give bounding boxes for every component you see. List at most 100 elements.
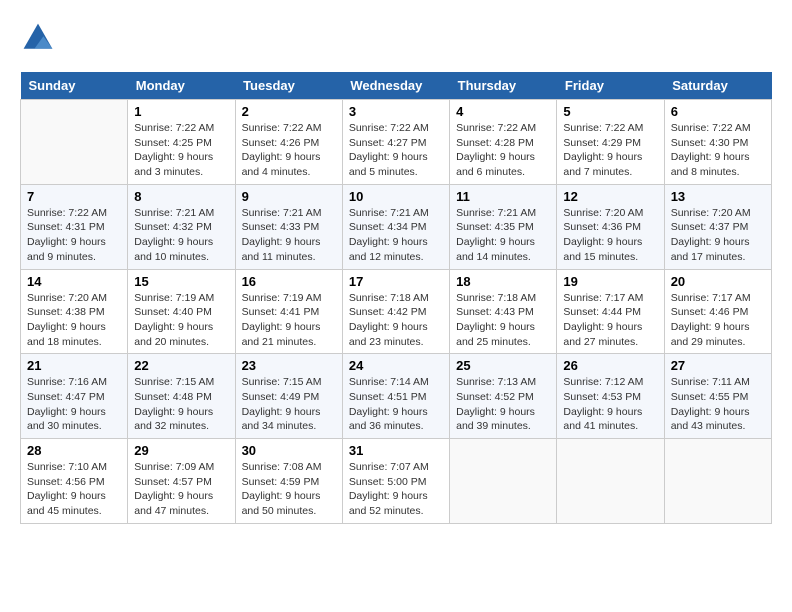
calendar-cell: 1 Sunrise: 7:22 AM Sunset: 4:25 PM Dayli… (128, 100, 235, 185)
calendar-cell: 29 Sunrise: 7:09 AM Sunset: 4:57 PM Dayl… (128, 439, 235, 524)
calendar-cell: 16 Sunrise: 7:19 AM Sunset: 4:41 PM Dayl… (235, 269, 342, 354)
calendar-cell: 2 Sunrise: 7:22 AM Sunset: 4:26 PM Dayli… (235, 100, 342, 185)
day-number: 22 (134, 358, 228, 373)
weekday-header-wednesday: Wednesday (342, 72, 449, 100)
day-info: Sunrise: 7:08 AM Sunset: 4:59 PM Dayligh… (242, 460, 336, 519)
day-info: Sunrise: 7:15 AM Sunset: 4:48 PM Dayligh… (134, 375, 228, 434)
calendar-cell: 13 Sunrise: 7:20 AM Sunset: 4:37 PM Dayl… (664, 184, 771, 269)
day-number: 8 (134, 189, 228, 204)
day-info: Sunrise: 7:07 AM Sunset: 5:00 PM Dayligh… (349, 460, 443, 519)
day-info: Sunrise: 7:22 AM Sunset: 4:25 PM Dayligh… (134, 121, 228, 180)
calendar-cell: 19 Sunrise: 7:17 AM Sunset: 4:44 PM Dayl… (557, 269, 664, 354)
calendar-cell: 9 Sunrise: 7:21 AM Sunset: 4:33 PM Dayli… (235, 184, 342, 269)
calendar-cell: 17 Sunrise: 7:18 AM Sunset: 4:42 PM Dayl… (342, 269, 449, 354)
day-number: 19 (563, 274, 657, 289)
calendar-cell: 11 Sunrise: 7:21 AM Sunset: 4:35 PM Dayl… (450, 184, 557, 269)
day-info: Sunrise: 7:19 AM Sunset: 4:40 PM Dayligh… (134, 291, 228, 350)
calendar-cell: 6 Sunrise: 7:22 AM Sunset: 4:30 PM Dayli… (664, 100, 771, 185)
calendar-cell: 24 Sunrise: 7:14 AM Sunset: 4:51 PM Dayl… (342, 354, 449, 439)
logo (20, 20, 60, 56)
weekday-header-row: SundayMondayTuesdayWednesdayThursdayFrid… (21, 72, 772, 100)
day-number: 5 (563, 104, 657, 119)
day-number: 28 (27, 443, 121, 458)
day-number: 10 (349, 189, 443, 204)
calendar-cell: 14 Sunrise: 7:20 AM Sunset: 4:38 PM Dayl… (21, 269, 128, 354)
day-number: 31 (349, 443, 443, 458)
day-number: 29 (134, 443, 228, 458)
day-number: 17 (349, 274, 443, 289)
calendar-cell: 15 Sunrise: 7:19 AM Sunset: 4:40 PM Dayl… (128, 269, 235, 354)
day-number: 23 (242, 358, 336, 373)
day-number: 16 (242, 274, 336, 289)
weekday-header-sunday: Sunday (21, 72, 128, 100)
day-number: 7 (27, 189, 121, 204)
calendar-week-2: 7 Sunrise: 7:22 AM Sunset: 4:31 PM Dayli… (21, 184, 772, 269)
day-info: Sunrise: 7:22 AM Sunset: 4:28 PM Dayligh… (456, 121, 550, 180)
page-header (20, 20, 772, 56)
calendar-week-5: 28 Sunrise: 7:10 AM Sunset: 4:56 PM Dayl… (21, 439, 772, 524)
day-number: 20 (671, 274, 765, 289)
calendar-cell: 8 Sunrise: 7:21 AM Sunset: 4:32 PM Dayli… (128, 184, 235, 269)
day-info: Sunrise: 7:17 AM Sunset: 4:46 PM Dayligh… (671, 291, 765, 350)
day-info: Sunrise: 7:19 AM Sunset: 4:41 PM Dayligh… (242, 291, 336, 350)
calendar-cell: 28 Sunrise: 7:10 AM Sunset: 4:56 PM Dayl… (21, 439, 128, 524)
calendar-cell: 7 Sunrise: 7:22 AM Sunset: 4:31 PM Dayli… (21, 184, 128, 269)
weekday-header-thursday: Thursday (450, 72, 557, 100)
day-number: 13 (671, 189, 765, 204)
day-info: Sunrise: 7:09 AM Sunset: 4:57 PM Dayligh… (134, 460, 228, 519)
calendar-cell (450, 439, 557, 524)
calendar-cell: 18 Sunrise: 7:18 AM Sunset: 4:43 PM Dayl… (450, 269, 557, 354)
calendar-cell: 26 Sunrise: 7:12 AM Sunset: 4:53 PM Dayl… (557, 354, 664, 439)
day-number: 24 (349, 358, 443, 373)
calendar-cell: 25 Sunrise: 7:13 AM Sunset: 4:52 PM Dayl… (450, 354, 557, 439)
day-info: Sunrise: 7:11 AM Sunset: 4:55 PM Dayligh… (671, 375, 765, 434)
day-number: 3 (349, 104, 443, 119)
day-info: Sunrise: 7:10 AM Sunset: 4:56 PM Dayligh… (27, 460, 121, 519)
weekday-header-saturday: Saturday (664, 72, 771, 100)
calendar-cell (557, 439, 664, 524)
day-info: Sunrise: 7:22 AM Sunset: 4:29 PM Dayligh… (563, 121, 657, 180)
calendar-cell: 31 Sunrise: 7:07 AM Sunset: 5:00 PM Dayl… (342, 439, 449, 524)
weekday-header-tuesday: Tuesday (235, 72, 342, 100)
day-info: Sunrise: 7:21 AM Sunset: 4:32 PM Dayligh… (134, 206, 228, 265)
day-info: Sunrise: 7:22 AM Sunset: 4:26 PM Dayligh… (242, 121, 336, 180)
logo-icon (20, 20, 56, 56)
calendar-cell: 5 Sunrise: 7:22 AM Sunset: 4:29 PM Dayli… (557, 100, 664, 185)
day-number: 21 (27, 358, 121, 373)
calendar-cell: 30 Sunrise: 7:08 AM Sunset: 4:59 PM Dayl… (235, 439, 342, 524)
day-info: Sunrise: 7:21 AM Sunset: 4:33 PM Dayligh… (242, 206, 336, 265)
day-number: 9 (242, 189, 336, 204)
calendar-cell (21, 100, 128, 185)
day-number: 14 (27, 274, 121, 289)
calendar-cell: 3 Sunrise: 7:22 AM Sunset: 4:27 PM Dayli… (342, 100, 449, 185)
day-number: 1 (134, 104, 228, 119)
calendar-cell: 22 Sunrise: 7:15 AM Sunset: 4:48 PM Dayl… (128, 354, 235, 439)
calendar-cell: 21 Sunrise: 7:16 AM Sunset: 4:47 PM Dayl… (21, 354, 128, 439)
calendar-cell (664, 439, 771, 524)
calendar-cell: 23 Sunrise: 7:15 AM Sunset: 4:49 PM Dayl… (235, 354, 342, 439)
day-info: Sunrise: 7:21 AM Sunset: 4:35 PM Dayligh… (456, 206, 550, 265)
day-number: 30 (242, 443, 336, 458)
day-info: Sunrise: 7:18 AM Sunset: 4:42 PM Dayligh… (349, 291, 443, 350)
day-number: 25 (456, 358, 550, 373)
calendar-cell: 4 Sunrise: 7:22 AM Sunset: 4:28 PM Dayli… (450, 100, 557, 185)
day-info: Sunrise: 7:22 AM Sunset: 4:27 PM Dayligh… (349, 121, 443, 180)
calendar-week-1: 1 Sunrise: 7:22 AM Sunset: 4:25 PM Dayli… (21, 100, 772, 185)
day-info: Sunrise: 7:13 AM Sunset: 4:52 PM Dayligh… (456, 375, 550, 434)
day-info: Sunrise: 7:16 AM Sunset: 4:47 PM Dayligh… (27, 375, 121, 434)
calendar-week-4: 21 Sunrise: 7:16 AM Sunset: 4:47 PM Dayl… (21, 354, 772, 439)
day-number: 12 (563, 189, 657, 204)
weekday-header-friday: Friday (557, 72, 664, 100)
day-number: 27 (671, 358, 765, 373)
day-info: Sunrise: 7:20 AM Sunset: 4:36 PM Dayligh… (563, 206, 657, 265)
day-number: 6 (671, 104, 765, 119)
calendar-cell: 10 Sunrise: 7:21 AM Sunset: 4:34 PM Dayl… (342, 184, 449, 269)
day-info: Sunrise: 7:22 AM Sunset: 4:31 PM Dayligh… (27, 206, 121, 265)
day-number: 4 (456, 104, 550, 119)
calendar-body: 1 Sunrise: 7:22 AM Sunset: 4:25 PM Dayli… (21, 100, 772, 524)
calendar-cell: 20 Sunrise: 7:17 AM Sunset: 4:46 PM Dayl… (664, 269, 771, 354)
calendar-cell: 27 Sunrise: 7:11 AM Sunset: 4:55 PM Dayl… (664, 354, 771, 439)
day-info: Sunrise: 7:12 AM Sunset: 4:53 PM Dayligh… (563, 375, 657, 434)
day-number: 18 (456, 274, 550, 289)
day-number: 2 (242, 104, 336, 119)
